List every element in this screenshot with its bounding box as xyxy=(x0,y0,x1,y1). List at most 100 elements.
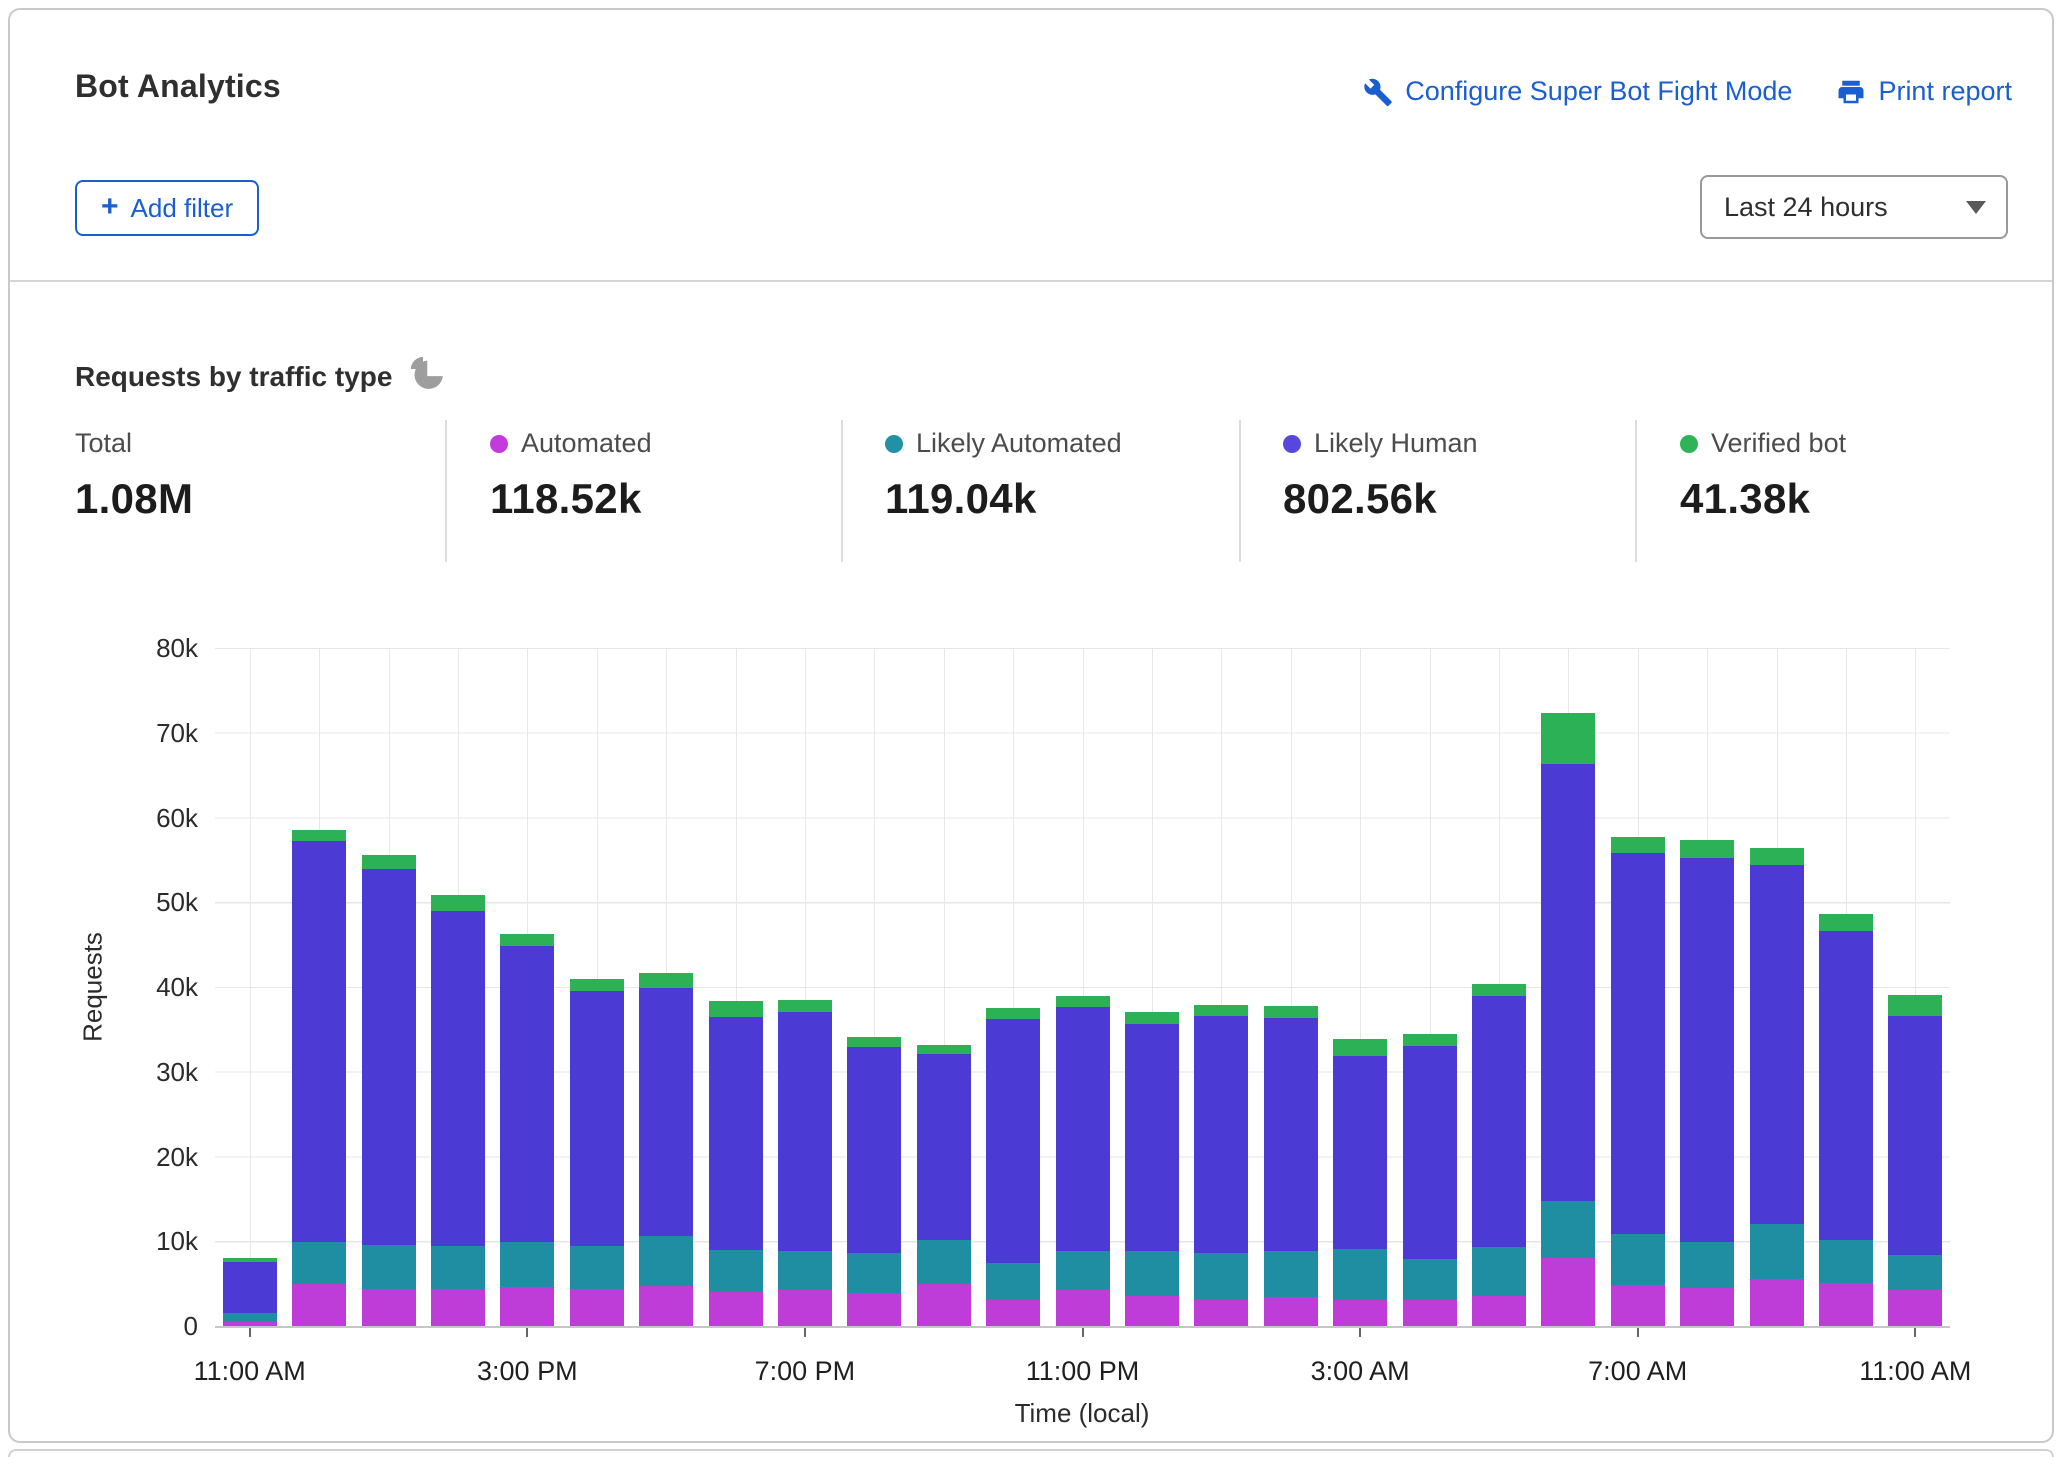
segment-likely-human xyxy=(777,1012,832,1252)
traffic-type-stats: Total 1.08M Automated 118.52k Likely Automat… xyxy=(0,420,2062,570)
stacked-bar[interactable] xyxy=(1124,1012,1179,1326)
stat-total[interactable]: Total 1.08M xyxy=(75,428,193,523)
stacked-bar[interactable] xyxy=(1819,914,1874,1326)
stacked-bar[interactable] xyxy=(916,1044,971,1326)
stacked-bar[interactable] xyxy=(708,1001,763,1326)
bar-slot xyxy=(631,648,700,1326)
stacked-bar[interactable] xyxy=(430,894,485,1326)
segment-automated xyxy=(1263,1297,1318,1326)
chevron-down-icon xyxy=(1966,200,1986,214)
x-tick-label: 3:00 PM xyxy=(477,1356,578,1386)
print-report-link[interactable]: Print report xyxy=(1836,76,2012,107)
x-tick-mark xyxy=(803,1328,806,1337)
segment-automated xyxy=(1749,1278,1804,1326)
stacked-bar[interactable] xyxy=(1472,984,1527,1326)
segment-verified-bot xyxy=(1402,1033,1457,1046)
segment-automated xyxy=(916,1283,971,1326)
stacked-bar[interactable] xyxy=(361,854,416,1326)
segment-likely-automated xyxy=(1333,1248,1388,1300)
bar-slot xyxy=(1117,648,1186,1326)
segment-likely-human xyxy=(361,869,416,1245)
segment-automated xyxy=(1472,1295,1527,1326)
segment-likely-automated xyxy=(500,1242,555,1288)
segment-likely-automated xyxy=(1263,1251,1318,1298)
bar-slot xyxy=(1256,648,1325,1326)
stacked-bar[interactable] xyxy=(1680,840,1735,1326)
segment-likely-automated xyxy=(1402,1259,1457,1300)
legend-dot-icon xyxy=(490,434,508,453)
legend-dot-icon xyxy=(885,434,903,453)
time-range-dropdown[interactable]: Last 24 hours xyxy=(1700,175,2008,239)
stacked-bar[interactable] xyxy=(569,978,624,1326)
segment-likely-human xyxy=(986,1019,1041,1264)
segment-verified-bot xyxy=(1680,840,1735,859)
stat-likely-automated[interactable]: Likely Automated 119.04k xyxy=(885,428,1122,523)
stacked-bar[interactable] xyxy=(1749,848,1804,1326)
bars-container xyxy=(215,648,1950,1326)
segment-automated xyxy=(777,1290,832,1326)
stat-likely-human[interactable]: Likely Human 802.56k xyxy=(1283,428,1478,523)
stacked-bar[interactable] xyxy=(500,934,555,1326)
bar-slot xyxy=(770,648,839,1326)
bar-slot xyxy=(215,648,284,1326)
segment-automated xyxy=(1402,1299,1457,1326)
stat-automated[interactable]: Automated 118.52k xyxy=(490,428,652,523)
stat-value: 119.04k xyxy=(885,475,1037,522)
add-filter-button[interactable]: + Add filter xyxy=(75,180,260,236)
x-tick-mark xyxy=(1636,1328,1639,1337)
segment-likely-human xyxy=(430,910,485,1247)
stat-value: 118.52k xyxy=(490,475,642,522)
segment-automated xyxy=(708,1292,763,1326)
stat-divider xyxy=(1239,420,1241,562)
stacked-bar[interactable] xyxy=(1610,837,1665,1326)
segment-likely-automated xyxy=(1680,1242,1735,1288)
stacked-bar[interactable] xyxy=(1194,1004,1249,1326)
y-tick-label: 50k xyxy=(156,887,198,918)
x-tick-label: 7:00 AM xyxy=(1588,1356,1688,1386)
stacked-bar[interactable] xyxy=(777,999,832,1326)
y-tick-label: 80k xyxy=(156,633,198,663)
segment-likely-human xyxy=(916,1053,971,1241)
segment-verified-bot xyxy=(777,999,832,1013)
y-tick-label: 60k xyxy=(156,802,198,833)
segment-verified-bot xyxy=(916,1044,971,1054)
segment-likely-automated xyxy=(361,1244,416,1289)
segment-likely-human xyxy=(847,1047,902,1254)
segment-likely-automated xyxy=(1055,1250,1110,1290)
stacked-bar[interactable] xyxy=(847,1037,902,1326)
add-filter-label: Add filter xyxy=(130,192,234,223)
stacked-bar[interactable] xyxy=(1055,996,1110,1326)
stacked-bar[interactable] xyxy=(639,973,694,1326)
segment-likely-automated xyxy=(1124,1251,1179,1296)
stacked-bar[interactable] xyxy=(292,830,347,1326)
stat-label: Total xyxy=(75,428,133,458)
bar-slot xyxy=(1187,648,1256,1326)
page-title: Bot Analytics xyxy=(75,68,281,104)
stacked-bar[interactable] xyxy=(1333,1038,1388,1326)
stacked-bar[interactable] xyxy=(1888,994,1943,1326)
y-tick-label: 30k xyxy=(156,1056,198,1087)
stat-verified-bot[interactable]: Verified bot 41.38k xyxy=(1680,428,1846,523)
stacked-bar[interactable] xyxy=(1402,1033,1457,1326)
bar-slot xyxy=(1534,648,1603,1326)
x-axis-title: Time (local) xyxy=(1014,1398,1150,1428)
segment-verified-bot xyxy=(1055,996,1110,1007)
x-tick-mark xyxy=(1359,1328,1362,1337)
y-tick-label: 0 xyxy=(183,1311,198,1341)
segment-automated xyxy=(1333,1299,1388,1326)
segment-verified-bot xyxy=(1610,837,1665,854)
stat-value: 802.56k xyxy=(1283,475,1437,522)
x-tick-label: 7:00 PM xyxy=(754,1356,856,1386)
segment-verified-bot xyxy=(361,854,416,870)
stacked-bar[interactable] xyxy=(986,1008,1041,1326)
stacked-bar[interactable] xyxy=(1541,713,1596,1326)
stat-divider xyxy=(445,420,447,562)
stacked-bar[interactable] xyxy=(1263,1005,1318,1326)
vertical-gridline xyxy=(249,648,251,1326)
configure-super-bot-fight-mode-link[interactable]: Configure Super Bot Fight Mode xyxy=(1363,76,1792,107)
segment-verified-bot xyxy=(847,1037,902,1048)
stacked-bar[interactable] xyxy=(222,1258,277,1326)
segment-automated xyxy=(1194,1299,1249,1326)
bar-slot xyxy=(1603,648,1672,1326)
stat-value: 1.08M xyxy=(75,475,194,522)
